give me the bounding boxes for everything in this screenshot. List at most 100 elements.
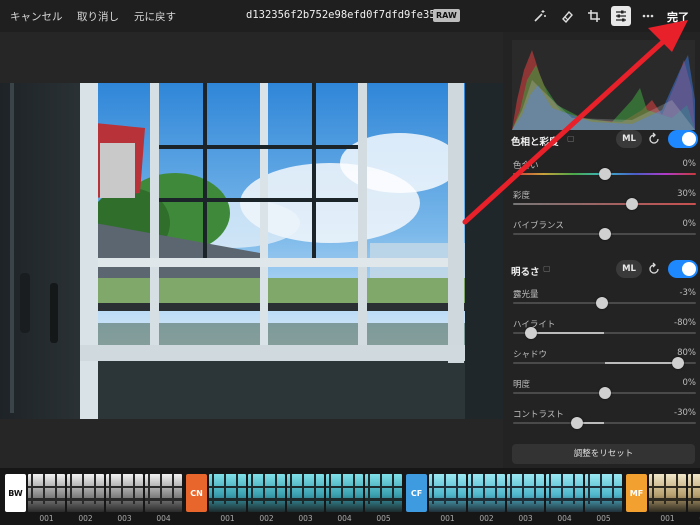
- preset-thumbnail-label: 004: [557, 514, 572, 523]
- slider-contrast[interactable]: コントラスト -30%: [513, 408, 696, 438]
- slider-knob[interactable]: [595, 297, 608, 309]
- slider-vibrance[interactable]: バイブランス 0%: [513, 219, 696, 249]
- slider-label: 色合い: [513, 161, 539, 171]
- preset-group-tag[interactable]: CN: [186, 474, 207, 512]
- preset-thumbnail[interactable]: [287, 474, 324, 512]
- preset-thumbnail-label: 005: [376, 514, 391, 523]
- slider-value: 30%: [677, 189, 696, 199]
- magic-wand-icon[interactable]: [530, 6, 550, 26]
- photo-canvas[interactable]: [0, 32, 503, 468]
- slider-knob[interactable]: [598, 168, 611, 180]
- slider-knob[interactable]: [625, 198, 638, 210]
- slider-brightness[interactable]: 明度 0%: [513, 378, 696, 408]
- slider-label: 露光量: [513, 290, 539, 300]
- preset-thumbnail[interactable]: [365, 474, 402, 512]
- slider-label: 明度: [513, 380, 531, 390]
- preset-thumbnail[interactable]: [507, 474, 544, 512]
- preset-thumbnail[interactable]: [688, 474, 700, 512]
- eraser-icon[interactable]: [557, 6, 577, 26]
- slider-track: [513, 203, 696, 205]
- preset-thumbnail-label: 002: [78, 514, 93, 523]
- preset-thumbnail[interactable]: [585, 474, 622, 512]
- done-button[interactable]: 完了: [667, 9, 689, 25]
- preset-thumbnail-label: 003: [298, 514, 313, 523]
- preset-thumbnail-label: 002: [479, 514, 494, 523]
- slider-shadows[interactable]: シャドウ 80%: [513, 348, 696, 378]
- slider-hue[interactable]: 色合い 0%: [513, 159, 696, 189]
- slider-value: -80%: [674, 318, 696, 328]
- redo-button[interactable]: 元に戻す: [134, 9, 176, 24]
- cancel-button[interactable]: キャンセル: [10, 9, 63, 24]
- preset-group-tag[interactable]: BW: [5, 474, 26, 512]
- lock-icon: ▢: [567, 134, 575, 143]
- preset-thumbnail-label: 005: [596, 514, 611, 523]
- preset-thumbnail-label: 004: [337, 514, 352, 523]
- preset-thumbnail[interactable]: [468, 474, 505, 512]
- top-bar: キャンセル 取り消し 元に戻す d132356f2b752e98efd0f7df…: [0, 0, 700, 32]
- slider-value: 0%: [682, 219, 697, 229]
- crop-icon[interactable]: [584, 6, 604, 26]
- section-light-toggle[interactable]: [668, 260, 698, 278]
- lock-icon: ▢: [543, 264, 551, 273]
- preset-thumbnail-label: 003: [117, 514, 132, 523]
- adjustment-panel: 色相と彩度 ▢ ML 色合い 0% 彩度 30% バイブランス 0% 明るさ ▢…: [503, 32, 700, 468]
- preset-thumbnail-label: 001: [660, 514, 675, 523]
- preset-group-tag[interactable]: CF: [406, 474, 427, 512]
- preset-thumbnail-label: 002: [259, 514, 274, 523]
- preset-thumbnail-label: 003: [518, 514, 533, 523]
- section-hsl-toggle[interactable]: [668, 130, 698, 148]
- preset-thumbnail[interactable]: [649, 474, 686, 512]
- section-hsl-title: 色相と彩度: [511, 137, 559, 148]
- slider-highlights[interactable]: ハイライト -80%: [513, 318, 696, 348]
- undo-button[interactable]: 取り消し: [77, 9, 119, 24]
- histogram: [512, 40, 695, 130]
- preset-thumbnail[interactable]: [145, 474, 182, 512]
- section-reset-icon[interactable]: [647, 132, 661, 146]
- preset-thumbnail[interactable]: [326, 474, 363, 512]
- slider-track: [513, 422, 696, 424]
- preset-thumbnail-label: 002: [688, 514, 700, 523]
- preset-filmstrip: BW 001 002 003 004 CN 001 002 003 004 005 CF 001 002 0…: [0, 468, 700, 525]
- slider-value: 0%: [682, 378, 697, 388]
- slider-exposure[interactable]: 露光量 -3%: [513, 288, 696, 318]
- preset-group-tag[interactable]: MF: [626, 474, 647, 512]
- slider-fill: [531, 332, 605, 334]
- slider-value: 0%: [682, 159, 697, 169]
- slider-label: バイブランス: [513, 221, 564, 231]
- section-light-header: 明るさ ▢ ML: [511, 260, 698, 282]
- slider-knob[interactable]: [598, 228, 611, 240]
- slider-knob[interactable]: [671, 357, 684, 369]
- slider-knob[interactable]: [525, 327, 538, 339]
- raw-badge: RAW: [433, 9, 460, 22]
- reset-adjustments-button[interactable]: 調整をリセット: [512, 444, 695, 464]
- ml-button[interactable]: ML: [616, 130, 642, 148]
- ml-button[interactable]: ML: [616, 260, 642, 278]
- preset-thumbnail[interactable]: [429, 474, 466, 512]
- slider-label: シャドウ: [513, 350, 548, 360]
- preset-thumbnail-label: 001: [440, 514, 455, 523]
- preset-thumbnail-label: 001: [220, 514, 235, 523]
- preset-thumbnail[interactable]: [546, 474, 583, 512]
- section-reset-icon[interactable]: [647, 262, 661, 276]
- slider-label: 彩度: [513, 191, 531, 201]
- more-icon[interactable]: [638, 6, 658, 26]
- slider-label: コントラスト: [513, 410, 564, 420]
- slider-knob[interactable]: [598, 387, 611, 399]
- section-hsl-header: 色相と彩度 ▢ ML: [511, 130, 698, 152]
- photo-preview: [0, 83, 503, 419]
- slider-saturation[interactable]: 彩度 30%: [513, 189, 696, 219]
- slider-value: -30%: [674, 408, 696, 418]
- preset-thumbnail-label: 001: [39, 514, 54, 523]
- preset-thumbnail[interactable]: [67, 474, 104, 512]
- preset-thumbnail-label: 004: [156, 514, 171, 523]
- preset-thumbnail[interactable]: [248, 474, 285, 512]
- file-title: d132356f2b752e98efd0f7dfd9fe3568: [246, 9, 449, 21]
- adjust-sliders-icon[interactable]: [611, 6, 631, 26]
- slider-fill: [604, 362, 678, 364]
- preset-thumbnail[interactable]: [28, 474, 65, 512]
- preset-thumbnail[interactable]: [209, 474, 246, 512]
- preset-thumbnail[interactable]: [106, 474, 143, 512]
- section-light-title: 明るさ: [511, 267, 540, 278]
- slider-knob[interactable]: [571, 417, 584, 429]
- slider-value: -3%: [679, 288, 696, 298]
